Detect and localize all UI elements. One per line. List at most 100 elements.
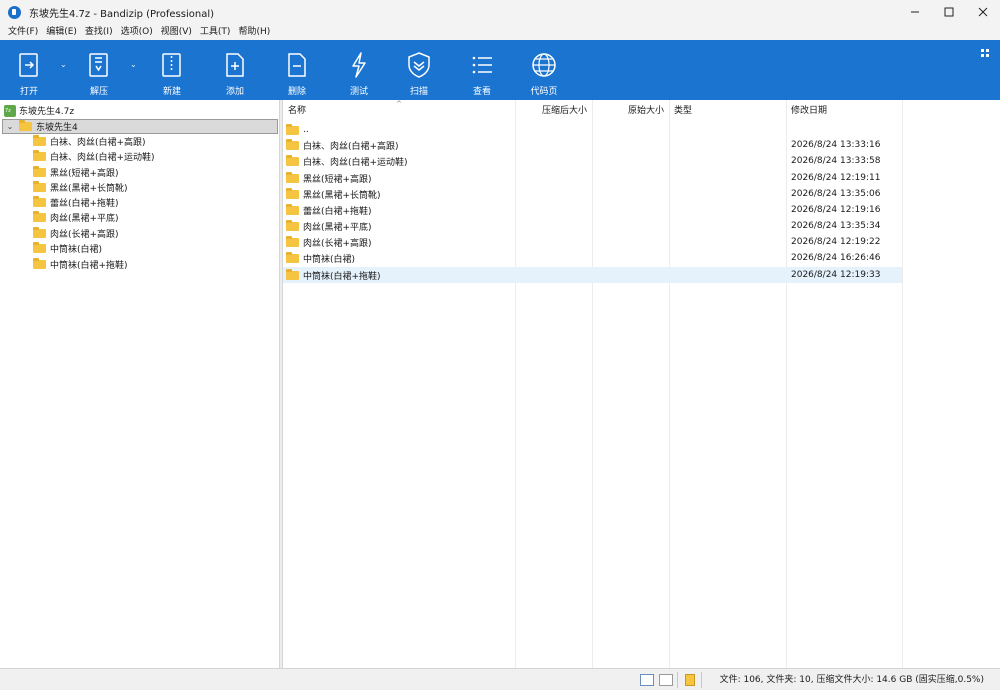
preview-pane-icon[interactable] [659,674,673,686]
table-row[interactable]: 肉丝(黑裙+平底) 2026/8/24 13:35:34 [283,218,902,234]
modified-cell: 2026/8/24 13:35:06 [791,189,881,199]
list-view-icon [472,56,492,74]
minimize-button[interactable] [898,0,932,24]
column-type[interactable]: 类型 [674,100,692,122]
close-button[interactable] [966,0,1000,24]
tree-item[interactable]: 黑丝(黑裙+长筒靴) [33,180,128,195]
sort-ascending-icon: ^ [396,100,402,108]
table-row[interactable]: 白袜、肉丝(白裙+运动鞋) 2026/8/24 13:33:58 [283,153,902,169]
add-button[interactable]: 添加 [218,40,252,100]
name-cell: 中筒袜(白裙+拖鞋) [286,268,381,282]
extract-dropdown-icon[interactable]: ⌄ [130,60,137,69]
expand-chevron-icon[interactable]: ⌄ [5,122,15,131]
table-row[interactable]: 中筒袜(白裙) 2026/8/24 16:26:46 [283,250,902,266]
tree-item[interactable]: 中筒袜(白裙+拖鞋) [33,257,128,272]
folder-icon [33,211,46,222]
tree-item[interactable]: 中筒袜(白裙) [33,241,102,256]
name-cell: 黑丝(短裙+高跟) [286,171,372,185]
7z-archive-icon [4,104,16,117]
codepage-button[interactable]: 代码页 [526,40,562,100]
archive-info-icon[interactable] [685,674,695,686]
tree-item[interactable]: 肉丝(黑裙+平底) [33,210,119,225]
tree-item-label: 黑丝(黑裙+长筒靴) [50,184,128,194]
menu-file[interactable]: 文件(F) [4,24,42,40]
column-header: 名称 ^ 压缩后大小 原始大小 类型 修改日期 [283,100,1000,122]
column-name[interactable]: 名称 [288,100,306,122]
folder-icon [286,187,299,199]
folder-icon [19,120,32,131]
open-dropdown-icon[interactable]: ⌄ [60,60,67,69]
folder-icon [33,258,46,269]
status-divider [677,672,678,688]
extract-button[interactable]: 解压 [82,40,116,100]
column-original-size[interactable]: 原始大小 [628,100,664,122]
menu-tools[interactable]: 工具(T) [196,24,235,40]
maximize-icon [944,7,954,17]
folder-icon [286,268,299,280]
modified-cell: 2026/8/24 13:33:16 [791,140,881,150]
column-packed-size[interactable]: 压缩后大小 [542,100,587,122]
name-cell: 黑丝(黑裙+长筒靴) [286,187,381,201]
folder-icon [286,251,299,263]
new-label: 新建 [162,87,181,97]
window-controls [898,0,1000,24]
window-title: 东坡先生4.7z - Bandizip (Professional) [29,8,215,20]
open-button[interactable]: 打开 [12,40,46,100]
table-row-selected[interactable]: 中筒袜(白裙+拖鞋) 2026/8/24 12:19:33 [283,267,902,283]
modified-cell: 2026/8/24 12:19:22 [791,237,881,247]
new-button[interactable]: 新建 [155,40,189,100]
globe-icon [532,53,556,77]
open-label: 打开 [19,87,38,97]
tree-item[interactable]: 肉丝(长裙+高跟) [33,226,119,241]
tree-item-label: 中筒袜(白裙+拖鞋) [50,261,128,271]
menu-options[interactable]: 选项(O) [117,24,157,40]
table-row[interactable]: 白袜、肉丝(白裙+高跟) 2026/8/24 13:33:16 [283,137,902,153]
open-archive-icon [19,53,38,77]
lightning-icon [352,52,366,78]
maximize-button[interactable] [932,0,966,24]
tree-root-label: 东坡先生4.7z [19,107,75,117]
bandizip-app-icon [8,5,21,19]
modified-cell: 2026/8/24 12:19:16 [791,205,881,215]
folder-icon [33,227,46,238]
tree-item[interactable]: 白袜、肉丝(白裙+运动鞋) [33,149,155,164]
tree-item-selected-folder[interactable]: ⌄ 东坡先生4 [2,119,278,134]
extract-label: 解压 [89,87,108,97]
folder-icon [33,135,46,146]
minimize-icon [911,11,919,13]
layout-grid-icon[interactable] [980,48,990,58]
tree-item[interactable]: 蕾丝(白裙+拖鞋) [33,195,119,210]
view-button[interactable]: 查看 [465,40,499,100]
scan-button[interactable]: 扫描 [401,40,437,100]
details-view-icon[interactable] [640,674,654,686]
table-row[interactable]: 肉丝(长裙+高跟) 2026/8/24 12:19:22 [283,234,902,250]
folder-icon [286,203,299,215]
status-bar: 文件: 106, 文件夹: 10, 压缩文件大小: 14.6 GB (固实压缩,… [0,668,1000,690]
menu-find[interactable]: 查找(I) [81,24,117,40]
table-row[interactable]: 蕾丝(白裙+拖鞋) 2026/8/24 12:19:16 [283,202,902,218]
menu-edit[interactable]: 编辑(E) [42,24,81,40]
folder-icon [33,150,46,161]
status-summary: 文件: 106, 文件夹: 10, 压缩文件大小: 14.6 GB (固实压缩,… [719,675,984,685]
title-bar: 东坡先生4.7z - Bandizip (Professional) [0,0,1000,24]
menu-help[interactable]: 帮助(H) [234,24,274,40]
view-label: 查看 [472,87,491,97]
parent-folder-row[interactable]: .. [283,122,902,138]
delete-button[interactable]: 删除 [280,40,314,100]
column-modified[interactable]: 修改日期 [791,100,827,122]
test-button[interactable]: 测试 [342,40,376,100]
tree-root-archive[interactable]: 东坡先生4.7z [4,103,74,118]
tree-item-label: 蕾丝(白裙+拖鞋) [50,199,119,209]
new-archive-icon [162,53,181,77]
column-divider [902,100,903,668]
tree-item[interactable]: 白袜、肉丝(白裙+高跟) [33,134,146,149]
extract-archive-icon [89,53,108,77]
tree-selected-label: 东坡先生4 [36,123,78,133]
tree-item[interactable]: 黑丝(短裙+高跟) [33,165,119,180]
close-icon [978,7,988,17]
scan-label: 扫描 [409,87,428,97]
menu-view[interactable]: 视图(V) [157,24,196,40]
table-row[interactable]: 黑丝(黑裙+长筒靴) 2026/8/24 13:35:06 [283,186,902,202]
table-row[interactable]: 黑丝(短裙+高跟) 2026/8/24 12:19:11 [283,170,902,186]
folder-icon [286,219,299,231]
